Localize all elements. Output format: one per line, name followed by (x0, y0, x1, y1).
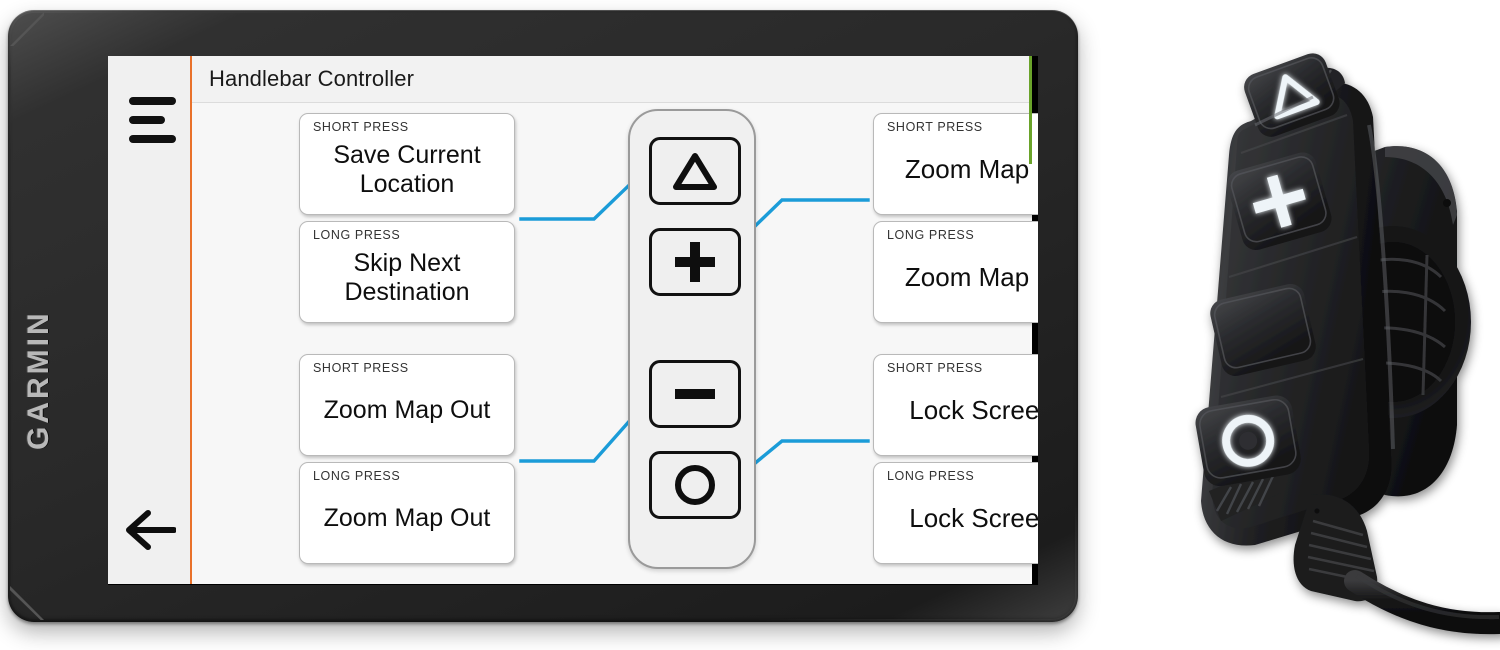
garmin-logo: GARMIN (22, 310, 55, 450)
press-label: SHORT PRESS (313, 361, 409, 375)
press-label: SHORT PRESS (887, 361, 983, 375)
remote-button-circle (1195, 395, 1301, 487)
device-bevel-bottom-left (10, 586, 44, 620)
action-label: Lock Screen (909, 502, 1038, 533)
card-right-2[interactable]: LONG PRESS Zoom Map In (873, 221, 1038, 323)
press-label: SHORT PRESS (313, 120, 409, 134)
controller-button-minus[interactable] (649, 360, 741, 428)
screen-main: Handlebar Controller SHORT PRESS Save Cu… (192, 56, 1038, 584)
controller-diagram (628, 109, 756, 569)
hamburger-bar-1 (129, 97, 176, 105)
hamburger-menu-icon[interactable] (129, 97, 176, 154)
controller-button-triangle[interactable] (649, 137, 741, 205)
sidebar (108, 56, 192, 584)
press-label: LONG PRESS (313, 469, 401, 483)
card-left-4[interactable]: LONG PRESS Zoom Map Out (299, 462, 515, 564)
circle-icon (675, 465, 715, 505)
card-left-3[interactable]: SHORT PRESS Zoom Map Out (299, 354, 515, 456)
card-right-1[interactable]: SHORT PRESS Zoom Map In (873, 113, 1038, 215)
plus-icon (675, 242, 715, 282)
title-bar: Handlebar Controller (192, 56, 1032, 103)
screen-content: Handlebar Controller SHORT PRESS Save Cu… (108, 56, 1038, 584)
action-label: Zoom Map Out (323, 396, 491, 425)
device-bevel-top-left (10, 12, 44, 46)
triangle-icon (673, 153, 717, 190)
controller-button-plus[interactable] (649, 228, 741, 296)
green-accent-strip (1029, 56, 1032, 164)
action-label: Skip Next Destination (344, 249, 470, 306)
press-label: SHORT PRESS (887, 120, 983, 134)
card-left-1[interactable]: SHORT PRESS Save Current Location (299, 113, 515, 215)
page-title: Handlebar Controller (209, 66, 414, 91)
remote-body-group (1195, 53, 1500, 635)
screenshot-root: GARMIN Handlebar Controller SHORT PRESS … (0, 0, 1500, 650)
device-screen: Handlebar Controller SHORT PRESS Save Cu… (108, 56, 1038, 585)
press-label: LONG PRESS (887, 469, 975, 483)
gps-device: GARMIN Handlebar Controller SHORT PRESS … (8, 10, 1078, 622)
minus-icon (675, 389, 715, 399)
back-arrow-icon[interactable] (124, 508, 177, 552)
action-label: Save Current Location (333, 141, 481, 198)
cards-area: SHORT PRESS Save Current Location LONG P… (192, 103, 1038, 584)
hamburger-bar-3 (129, 135, 176, 143)
action-label: Zoom Map In (904, 153, 1038, 184)
card-right-3[interactable]: SHORT PRESS Lock Screen (873, 354, 1038, 456)
controller-button-circle[interactable] (649, 451, 741, 519)
action-label: Zoom Map Out (323, 504, 491, 533)
action-label: Zoom Map In (904, 261, 1038, 292)
press-label: LONG PRESS (313, 228, 401, 242)
press-label: LONG PRESS (887, 228, 975, 242)
card-left-2[interactable]: LONG PRESS Skip Next Destination (299, 221, 515, 323)
hamburger-bar-2 (129, 116, 165, 124)
action-label: Lock Screen (909, 394, 1038, 425)
handlebar-remote-device (1105, 25, 1500, 650)
card-right-4[interactable]: LONG PRESS Lock Screen (873, 462, 1038, 564)
